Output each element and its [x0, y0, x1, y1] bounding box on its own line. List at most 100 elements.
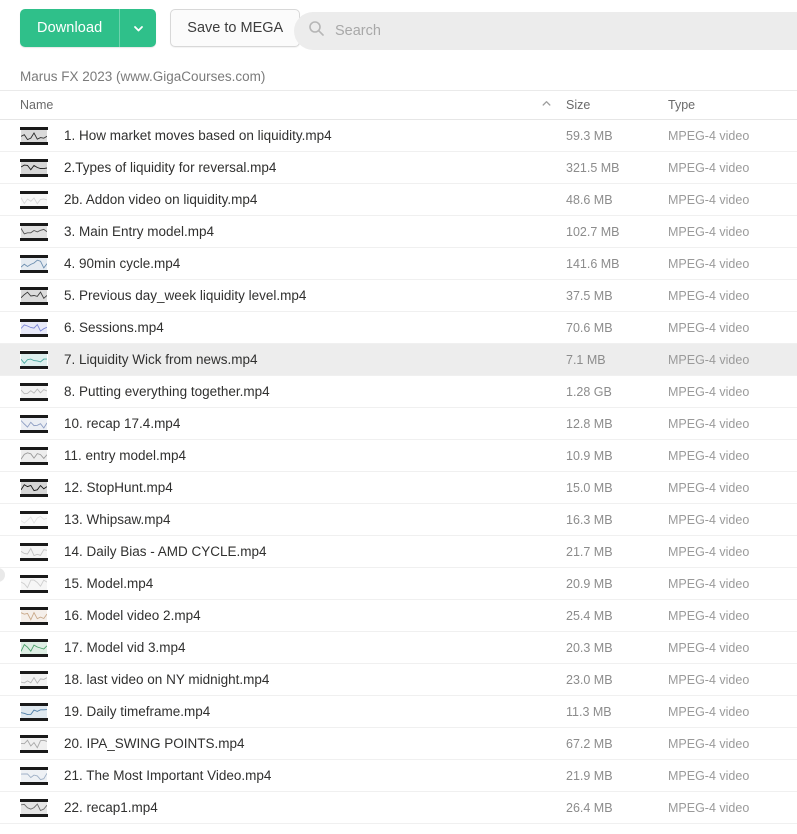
- save-to-mega-button[interactable]: Save to MEGA: [170, 9, 301, 47]
- table-row[interactable]: 1. How market moves based on liquidity.m…: [0, 120, 797, 152]
- file-type-cell: MPEG-4 video: [668, 800, 750, 815]
- table-row[interactable]: 6. Sessions.mp4 70.6 MB MPEG-4 video: [0, 312, 797, 344]
- video-thumbnail-icon: [20, 413, 48, 434]
- search-input[interactable]: [335, 23, 797, 39]
- file-size-cell: 15.0 MB: [566, 480, 613, 495]
- file-size-cell: 11.3 MB: [566, 704, 612, 719]
- file-name-label: 1. How market moves based on liquidity.m…: [64, 128, 332, 143]
- toolbar: Download Save to MEGA: [0, 0, 797, 56]
- file-name-label: 20. IPA_SWING POINTS.mp4: [64, 736, 245, 751]
- file-size-cell: 25.4 MB: [566, 608, 613, 623]
- video-thumbnail-icon: [20, 157, 48, 178]
- video-thumbnail-icon: [20, 733, 48, 754]
- table-row[interactable]: 21. The Most Important Video.mp4 21.9 MB M…: [0, 760, 797, 792]
- table-row[interactable]: 10. recap 17.4.mp4 12.8 MB MPEG-4 video: [0, 408, 797, 440]
- file-type-cell: MPEG-4 video: [668, 384, 750, 399]
- file-type-cell: MPEG-4 video: [668, 256, 750, 271]
- file-type-cell: MPEG-4 video: [668, 768, 750, 783]
- file-list: 1. How market moves based on liquidity.m…: [0, 120, 797, 824]
- video-thumbnail-icon: [20, 669, 48, 690]
- file-name-label: 8. Putting everything together.mp4: [64, 384, 270, 399]
- table-row[interactable]: 14. Daily Bias - AMD CYCLE.mp4 21.7 MB MPE…: [0, 536, 797, 568]
- file-type-cell: MPEG-4 video: [668, 672, 750, 687]
- file-size-cell: 12.8 MB: [566, 416, 613, 431]
- table-row[interactable]: 8. Putting everything together.mp4 1.28 G…: [0, 376, 797, 408]
- file-name-cell: 6. Sessions.mp4: [20, 317, 566, 338]
- file-name-cell: 17. Model vid 3.mp4: [20, 637, 566, 658]
- file-type-cell: MPEG-4 video: [668, 416, 750, 431]
- file-name-cell: 13. Whipsaw.mp4: [20, 509, 566, 530]
- file-type-cell: MPEG-4 video: [668, 576, 750, 591]
- download-dropdown-button[interactable]: [120, 9, 156, 47]
- file-type-cell: MPEG-4 video: [668, 704, 750, 719]
- file-name-label: 21. The Most Important Video.mp4: [64, 768, 272, 783]
- column-header-name-label: Name: [20, 98, 54, 112]
- file-size-cell: 1.28 GB: [566, 384, 612, 399]
- table-row[interactable]: 11. entry model.mp4 10.9 MB MPEG-4 video: [0, 440, 797, 472]
- breadcrumb: Marus FX 2023 (www.GigaCourses.com): [20, 68, 266, 84]
- table-row[interactable]: 2b. Addon video on liquidity.mp4 48.6 MB M…: [0, 184, 797, 216]
- file-name-label: 16. Model video 2.mp4: [64, 608, 201, 623]
- file-name-cell: 21. The Most Important Video.mp4: [20, 765, 566, 786]
- file-name-cell: 2b. Addon video on liquidity.mp4: [20, 189, 566, 210]
- video-thumbnail-icon: [20, 477, 48, 498]
- file-name-label: 2b. Addon video on liquidity.mp4: [64, 192, 258, 207]
- file-name-cell: 3. Main Entry model.mp4: [20, 221, 566, 242]
- file-size-cell: 26.4 MB: [566, 800, 613, 815]
- file-size-cell: 102.7 MB: [566, 224, 620, 239]
- table-row[interactable]: 2.Types of liquidity for reversal.mp4 321…: [0, 152, 797, 184]
- table-row[interactable]: 22. recap1.mp4 26.4 MB MPEG-4 video: [0, 792, 797, 824]
- file-name-label: 11. entry model.mp4: [64, 448, 187, 463]
- download-button-group[interactable]: Download: [20, 9, 157, 47]
- table-row[interactable]: 4. 90min cycle.mp4 141.6 MB MPEG-4 video: [0, 248, 797, 280]
- table-row[interactable]: 17. Model vid 3.mp4 20.3 MB MPEG-4 video: [0, 632, 797, 664]
- video-thumbnail-icon: [20, 285, 48, 306]
- file-type-cell: MPEG-4 video: [668, 512, 750, 527]
- column-header-name[interactable]: Name: [20, 98, 566, 112]
- video-thumbnail-icon: [20, 125, 48, 146]
- file-type-cell: MPEG-4 video: [668, 448, 750, 463]
- file-type-cell: MPEG-4 video: [668, 736, 750, 751]
- file-name-cell: 7. Liquidity Wick from news.mp4: [20, 349, 566, 370]
- table-row[interactable]: 7. Liquidity Wick from news.mp4 7.1 MB MPE…: [0, 344, 797, 376]
- download-button[interactable]: Download: [20, 9, 119, 47]
- chevron-up-icon[interactable]: [541, 98, 552, 112]
- file-size-cell: 21.9 MB: [566, 768, 613, 783]
- table-row[interactable]: 16. Model video 2.mp4 25.4 MB MPEG-4 video: [0, 600, 797, 632]
- file-type-cell: MPEG-4 video: [668, 320, 750, 335]
- file-name-label: 7. Liquidity Wick from news.mp4: [64, 352, 258, 367]
- column-header-size[interactable]: Size: [566, 98, 668, 112]
- table-row[interactable]: 20. IPA_SWING POINTS.mp4 67.2 MB MPEG-4 vi…: [0, 728, 797, 760]
- video-thumbnail-icon: [20, 189, 48, 210]
- file-name-cell: 8. Putting everything together.mp4: [20, 381, 566, 402]
- search-bar[interactable]: [294, 12, 797, 50]
- file-size-cell: 21.7 MB: [566, 544, 613, 559]
- file-type-cell: MPEG-4 video: [668, 640, 750, 655]
- table-row[interactable]: 5. Previous day_week liquidity level.mp4…: [0, 280, 797, 312]
- file-size-cell: 7.1 MB: [566, 352, 606, 367]
- file-name-label: 6. Sessions.mp4: [64, 320, 164, 335]
- video-thumbnail-icon: [20, 253, 48, 274]
- table-row[interactable]: 13. Whipsaw.mp4 16.3 MB MPEG-4 video: [0, 504, 797, 536]
- file-name-label: 5. Previous day_week liquidity level.mp4: [64, 288, 307, 303]
- table-row[interactable]: 18. last video on NY midnight.mp4 23.0 MB…: [0, 664, 797, 696]
- search-icon: [308, 20, 325, 42]
- table-row[interactable]: 19. Daily timeframe.mp4 11.3 MB MPEG-4 vid…: [0, 696, 797, 728]
- file-name-cell: 12. StopHunt.mp4: [20, 477, 566, 498]
- video-thumbnail-icon: [20, 509, 48, 530]
- file-size-cell: 16.3 MB: [566, 512, 613, 527]
- file-name-label: 4. 90min cycle.mp4: [64, 256, 181, 271]
- file-type-cell: MPEG-4 video: [668, 480, 750, 495]
- file-name-label: 15. Model.mp4: [64, 576, 154, 591]
- file-size-cell: 20.3 MB: [566, 640, 613, 655]
- table-row[interactable]: 3. Main Entry model.mp4 102.7 MB MPEG-4 vi…: [0, 216, 797, 248]
- table-row[interactable]: 12. StopHunt.mp4 15.0 MB MPEG-4 video: [0, 472, 797, 504]
- video-thumbnail-icon: [20, 221, 48, 242]
- column-header-type[interactable]: Type: [668, 98, 797, 112]
- file-name-label: 13. Whipsaw.mp4: [64, 512, 171, 527]
- file-name-label: 18. last video on NY midnight.mp4: [64, 672, 270, 687]
- file-name-cell: 4. 90min cycle.mp4: [20, 253, 566, 274]
- file-name-label: 2.Types of liquidity for reversal.mp4: [64, 160, 277, 175]
- file-name-cell: 18. last video on NY midnight.mp4: [20, 669, 566, 690]
- table-row[interactable]: 15. Model.mp4 20.9 MB MPEG-4 video: [0, 568, 797, 600]
